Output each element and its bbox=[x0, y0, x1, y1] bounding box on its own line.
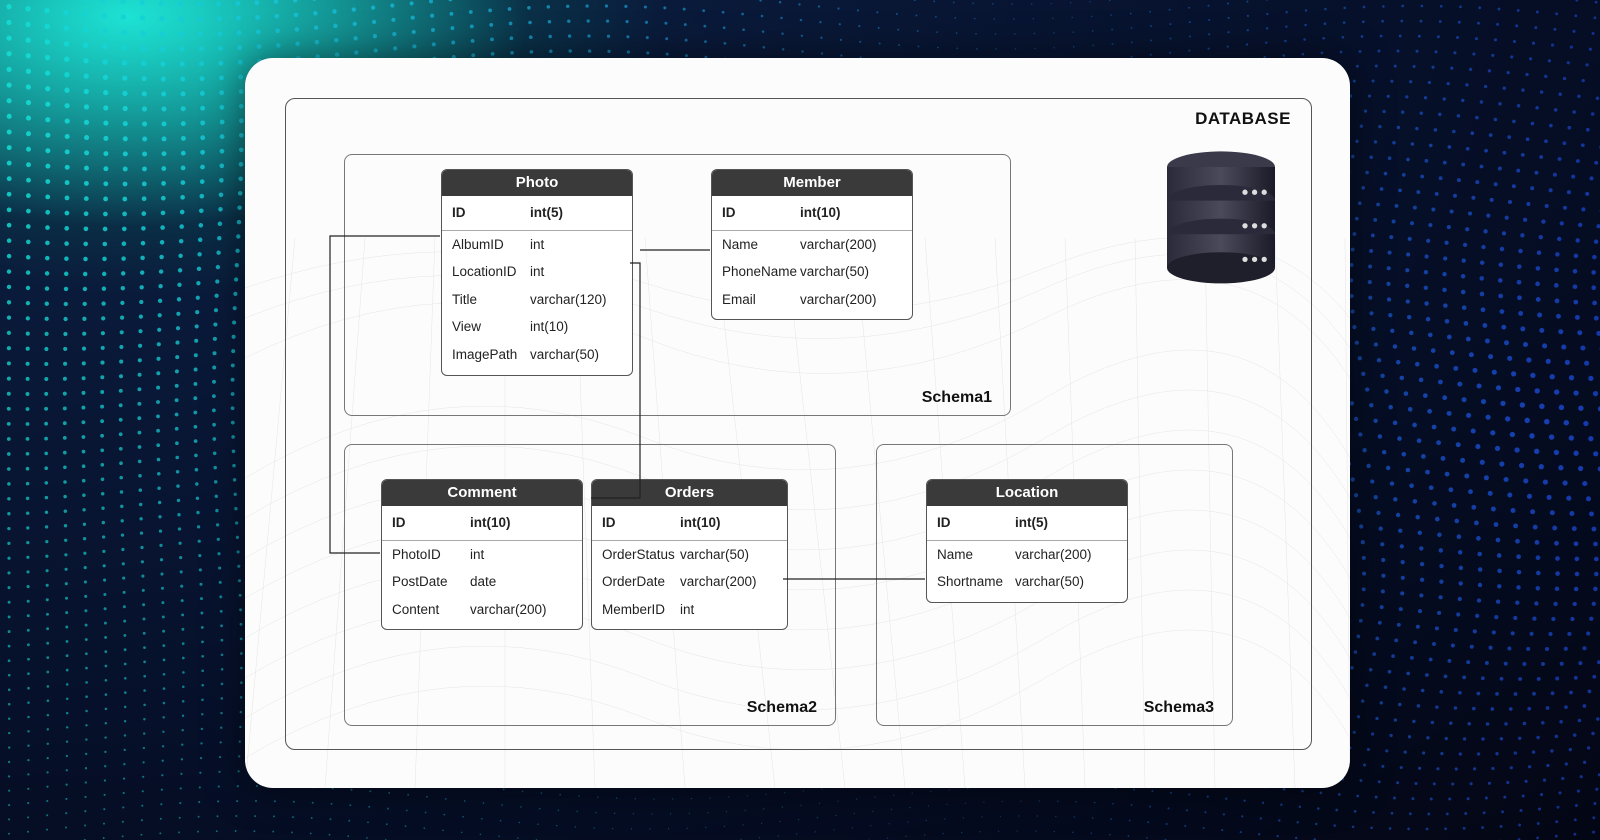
table-title: Member bbox=[712, 170, 912, 196]
table-row: Namevarchar(200) bbox=[927, 541, 1127, 569]
table-row: ImagePathvarchar(50) bbox=[442, 341, 632, 369]
table-title: Comment bbox=[382, 480, 582, 506]
table-row: AlbumIDint bbox=[442, 231, 632, 259]
table-row: PostDatedate bbox=[382, 568, 582, 596]
database-container: DATABASE bbox=[285, 98, 1312, 750]
database-icon bbox=[1161, 149, 1281, 293]
table-row: Titlevarchar(120) bbox=[442, 286, 632, 314]
table-row: LocationIDint bbox=[442, 258, 632, 286]
table-row: Contentvarchar(200) bbox=[382, 596, 582, 624]
database-label: DATABASE bbox=[1195, 109, 1291, 129]
table-pk-row: ID int(5) bbox=[927, 506, 1127, 541]
table-row: OrderDatevarchar(200) bbox=[592, 568, 787, 596]
table-location: Location ID int(5) Namevarchar(200) Shor… bbox=[926, 479, 1128, 603]
schema-label: Schema2 bbox=[747, 699, 817, 717]
table-row: Emailvarchar(200) bbox=[712, 286, 912, 314]
table-member: Member ID int(10) Namevarchar(200) Phone… bbox=[711, 169, 913, 320]
schema-label: Schema3 bbox=[1144, 699, 1214, 717]
table-row: Shortnamevarchar(50) bbox=[927, 568, 1127, 596]
table-row: Namevarchar(200) bbox=[712, 231, 912, 259]
table-title: Photo bbox=[442, 170, 632, 196]
table-title: Orders bbox=[592, 480, 787, 506]
table-pk-row: ID int(10) bbox=[592, 506, 787, 541]
table-orders: Orders ID int(10) OrderStatusvarchar(50)… bbox=[591, 479, 788, 630]
table-pk-row: ID int(10) bbox=[712, 196, 912, 231]
table-comment: Comment ID int(10) PhotoIDint PostDateda… bbox=[381, 479, 583, 630]
diagram-paper: DATABASE bbox=[245, 58, 1350, 788]
table-pk-row: ID int(5) bbox=[442, 196, 632, 231]
schema-label: Schema1 bbox=[922, 389, 992, 407]
table-row: MemberIDint bbox=[592, 596, 787, 624]
table-row: PhotoIDint bbox=[382, 541, 582, 569]
table-title: Location bbox=[927, 480, 1127, 506]
col-name: ID bbox=[452, 202, 530, 224]
table-row: Viewint(10) bbox=[442, 313, 632, 341]
table-pk-row: ID int(10) bbox=[382, 506, 582, 541]
col-type: int(5) bbox=[530, 202, 622, 224]
table-photo: Photo ID int(5) AlbumIDint LocationIDint… bbox=[441, 169, 633, 376]
table-row: OrderStatusvarchar(50) bbox=[592, 541, 787, 569]
table-row: PhoneNamevarchar(50) bbox=[712, 258, 912, 286]
